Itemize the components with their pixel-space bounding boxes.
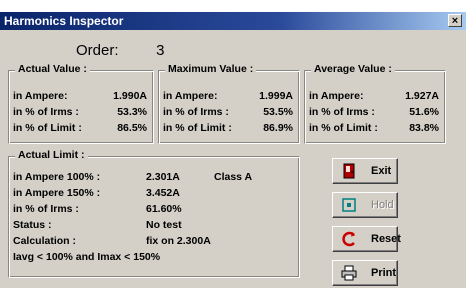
average-irms-value: 51.6% [409, 106, 439, 118]
print-label: Print [371, 267, 397, 279]
average-ampere-label: in Ampere: [309, 90, 364, 102]
hold-label: Hold [371, 199, 394, 211]
actual-limit-title: Actual Limit : [15, 149, 88, 161]
actual-ampere-value: 1.990A [113, 90, 147, 102]
limit-irms-label: in % of Irms : [13, 203, 79, 215]
limit-irms-value: 61.60% [146, 203, 182, 215]
actual-irms-label: in % of Irms : [13, 106, 79, 118]
actual-limit-group: Actual Limit : in Ampere 100% : 2.301A C… [8, 149, 300, 278]
order-label: Order: [76, 42, 119, 59]
order-value: 3 [156, 42, 165, 59]
hold-button[interactable]: Hold [332, 192, 398, 218]
limit-ampere100-label: in Ampere 100% : [13, 171, 101, 183]
maximum-irms-label: in % of Irms : [163, 106, 229, 118]
reset-button[interactable]: Reset [332, 226, 401, 252]
close-button[interactable]: × [448, 14, 462, 27]
printer-icon [341, 265, 357, 281]
average-value-group: Average Value : in Ampere: 1.927A in % o… [304, 63, 446, 144]
limit-calculation-value: fix on 2.300A [146, 235, 211, 247]
average-irms-label: in % of Irms : [309, 106, 375, 118]
maximum-value-title: Maximum Value : [165, 63, 257, 75]
average-ampere-value: 1.927A [405, 90, 439, 102]
actual-limit-value: 86.5% [117, 122, 147, 134]
actual-value-title: Actual Value : [15, 63, 90, 75]
maximum-value-group: Maximum Value : in Ampere: 1.999A in % o… [158, 63, 300, 144]
maximum-ampere-label: in Ampere: [163, 90, 218, 102]
actual-value-group: Actual Value : in Ampere: 1.990A in % of… [8, 63, 154, 144]
maximum-irms-value: 53.5% [263, 106, 293, 118]
average-limit-value: 83.8% [409, 122, 439, 134]
title-bar[interactable]: Harmonics Inspector × [0, 12, 466, 30]
order-display: Order: 3 [76, 42, 165, 59]
limit-status-value: No test [146, 219, 182, 231]
limit-ampere150-value: 3.452A [146, 187, 180, 199]
print-button[interactable]: Print [332, 260, 398, 286]
limit-condition-note: Iavg < 100% and Imax < 150% [13, 251, 161, 263]
hold-icon [342, 198, 356, 212]
exit-button[interactable]: Exit [332, 158, 398, 184]
actual-irms-value: 53.3% [117, 106, 147, 118]
average-limit-label: in % of Limit : [309, 122, 378, 134]
limit-status-label: Status : [13, 219, 52, 231]
actual-ampere-label: in Ampere: [13, 90, 68, 102]
limit-calculation-label: Calculation : [13, 235, 77, 247]
exit-door-icon [343, 163, 355, 179]
maximum-limit-label: in % of Limit : [163, 122, 232, 134]
limit-ampere100-value: 2.301A [146, 171, 180, 183]
average-value-title: Average Value : [311, 63, 395, 75]
maximum-ampere-value: 1.999A [259, 90, 293, 102]
limit-ampere150-label: in Ampere 150% : [13, 187, 101, 199]
limit-class-label: Class A [214, 171, 253, 183]
window-title: Harmonics Inspector [4, 14, 124, 28]
harmonics-inspector-window: Harmonics Inspector × Order: 3 Actual Va… [0, 12, 466, 288]
reset-label: Reset [371, 233, 401, 245]
reset-icon [342, 231, 355, 247]
actual-limit-label: in % of Limit : [13, 122, 82, 134]
exit-label: Exit [371, 165, 392, 177]
maximum-limit-value: 86.9% [263, 122, 293, 134]
